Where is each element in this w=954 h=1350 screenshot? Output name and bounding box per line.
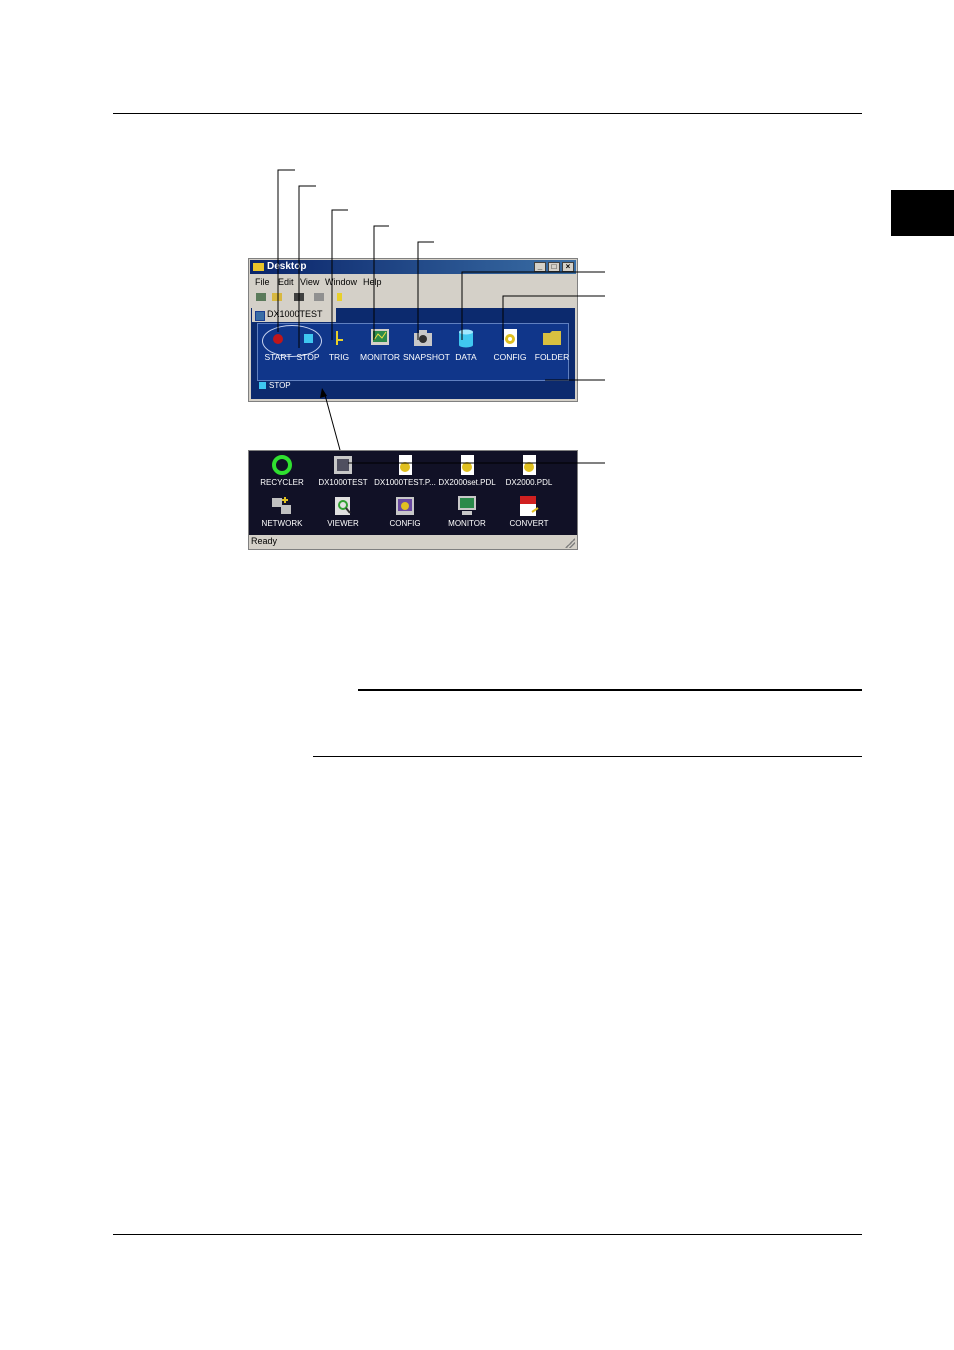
callout-lines <box>277 169 605 464</box>
callout-data <box>461 271 605 340</box>
callout-arrowhead <box>320 388 327 398</box>
callout-monitor <box>373 225 389 340</box>
callout-stop <box>298 185 316 348</box>
callout-config <box>502 295 605 340</box>
callout-link <box>324 394 341 451</box>
callout-trig <box>331 209 348 340</box>
callout-start <box>277 169 295 332</box>
callout-snapshot <box>417 241 434 340</box>
